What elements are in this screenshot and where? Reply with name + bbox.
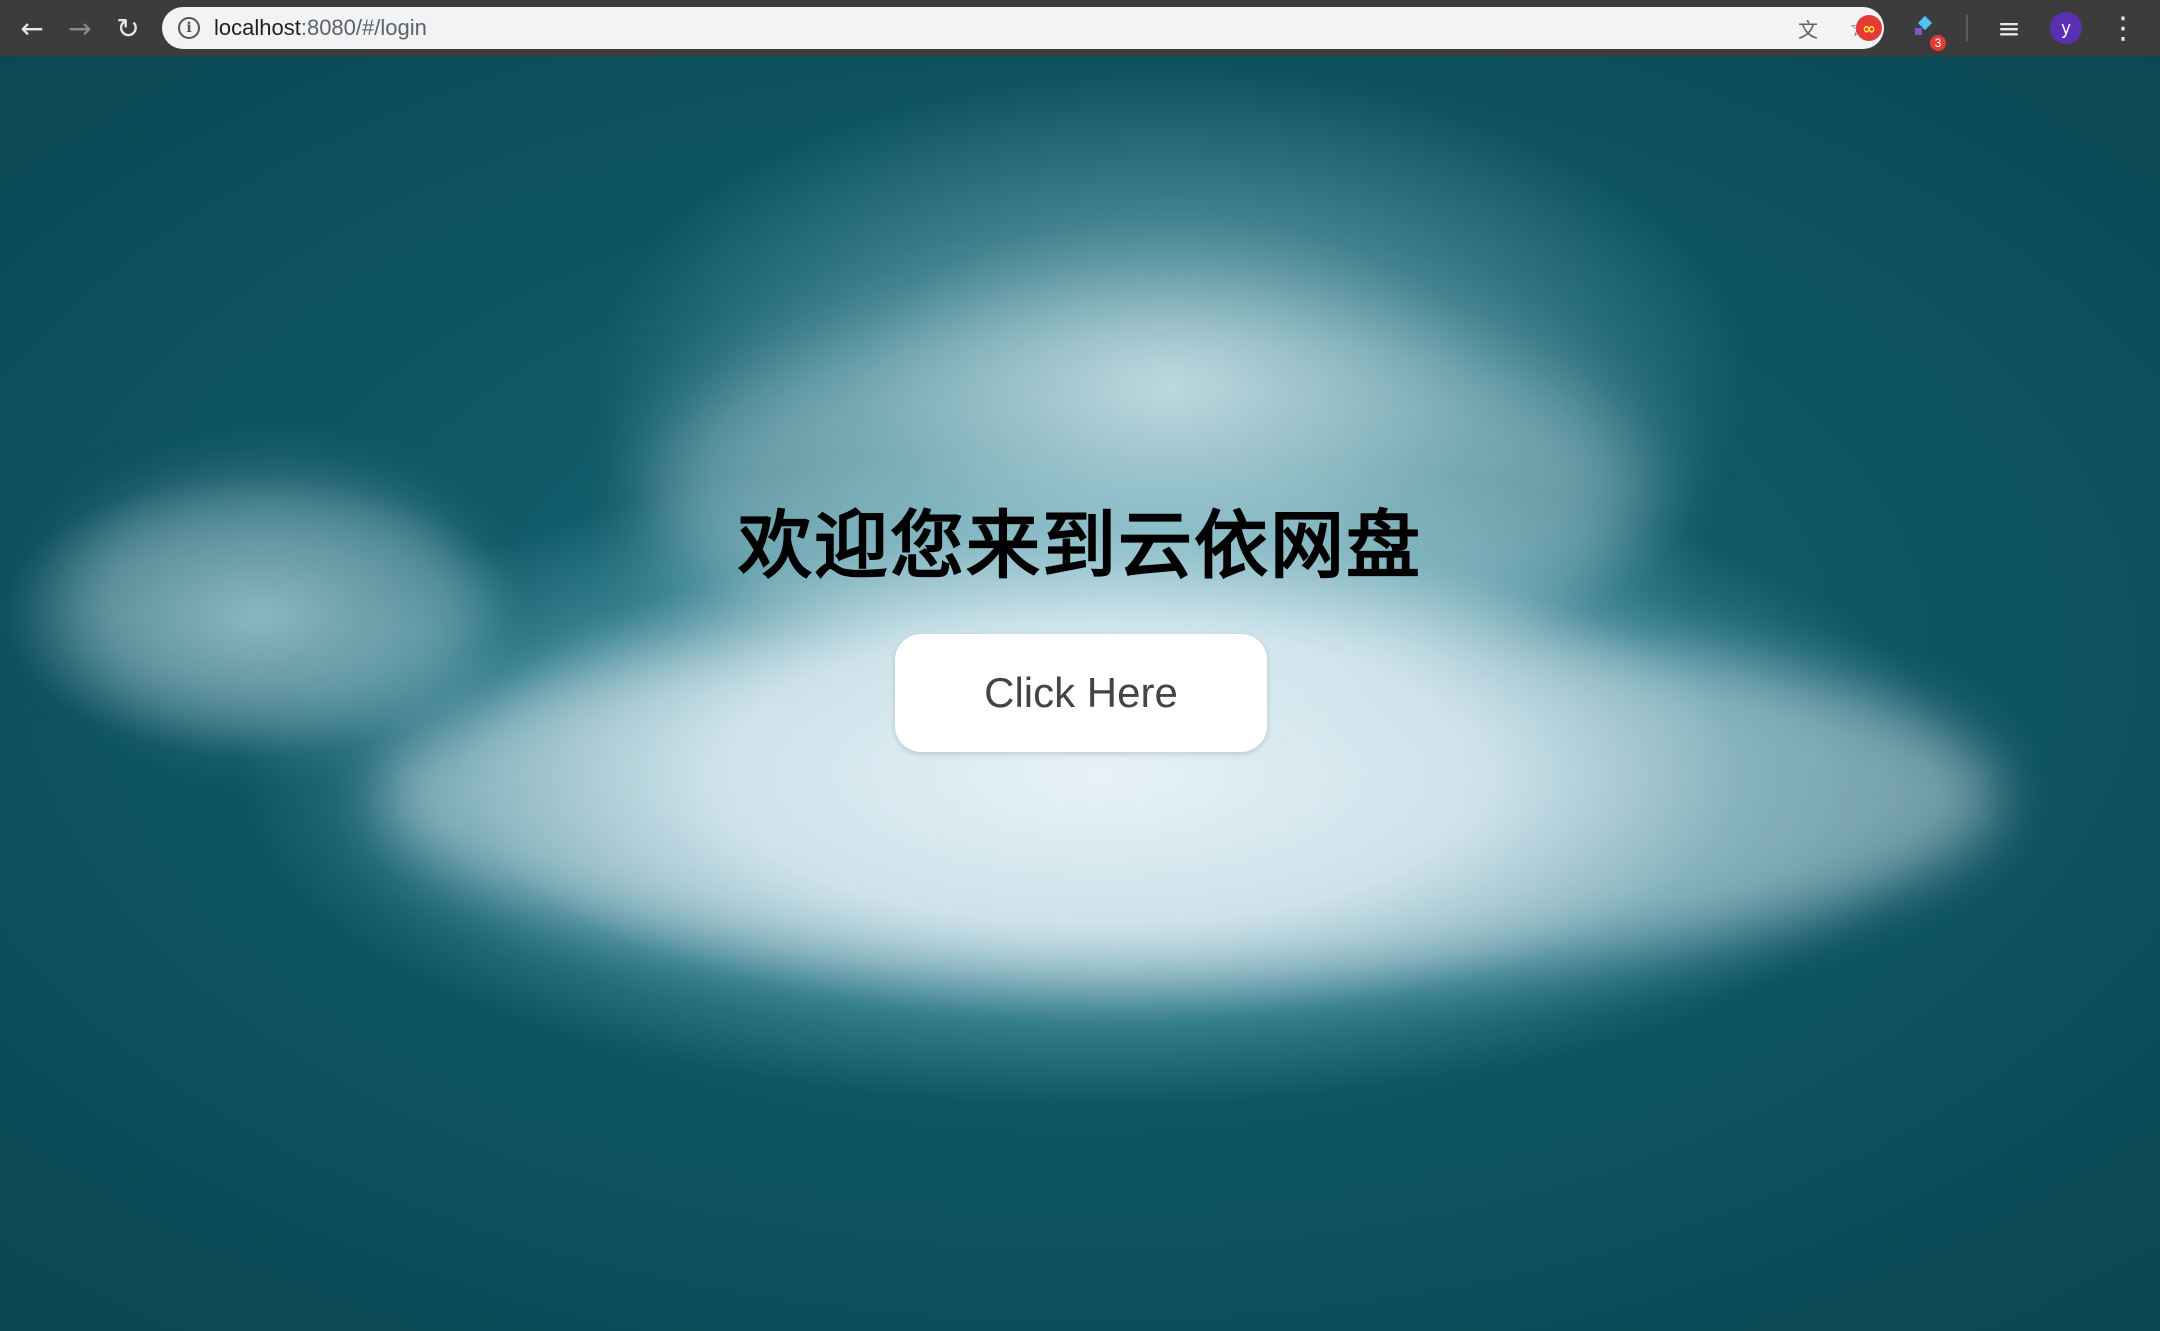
extension-badge: 3 (1930, 35, 1946, 51)
url-text[interactable]: localhost:8080/#/login (214, 15, 427, 41)
browser-toolbar: ← → ↻ i localhost:8080/#/login 文 ☆ ∞ 3 ≡… (0, 0, 2160, 56)
media-playlist-icon[interactable]: ≡ (1994, 12, 2024, 45)
browser-menu-icon[interactable]: ⋮ (2108, 11, 2138, 46)
back-arrow-icon[interactable]: ← (8, 0, 56, 56)
reload-icon[interactable]: ↻ (104, 0, 152, 56)
toolbar-separator (1966, 15, 1968, 41)
extension-infinity-icon[interactable]: ∞ (1854, 13, 1884, 43)
login-page-background: 欢迎您来到云依网盘 Click Here (0, 56, 2160, 1331)
forward-arrow-icon[interactable]: → (56, 0, 104, 56)
extension-infinity-glyph: ∞ (1856, 15, 1882, 41)
url-path: :8080/#/login (300, 15, 427, 40)
address-bar[interactable]: i localhost:8080/#/login 文 ☆ (162, 7, 1884, 49)
click-here-button[interactable]: Click Here (895, 634, 1267, 752)
welcome-title: 欢迎您来到云依网盘 (738, 503, 1422, 589)
translate-icon[interactable]: 文 (1796, 16, 1820, 42)
profile-avatar[interactable]: y (2050, 12, 2082, 44)
url-host: localhost (214, 15, 301, 40)
login-content: 欢迎您来到云依网盘 Click Here (0, 56, 2160, 1331)
extension-diamond-icon[interactable]: 3 (1910, 13, 1946, 51)
site-info-icon[interactable]: i (178, 17, 200, 39)
